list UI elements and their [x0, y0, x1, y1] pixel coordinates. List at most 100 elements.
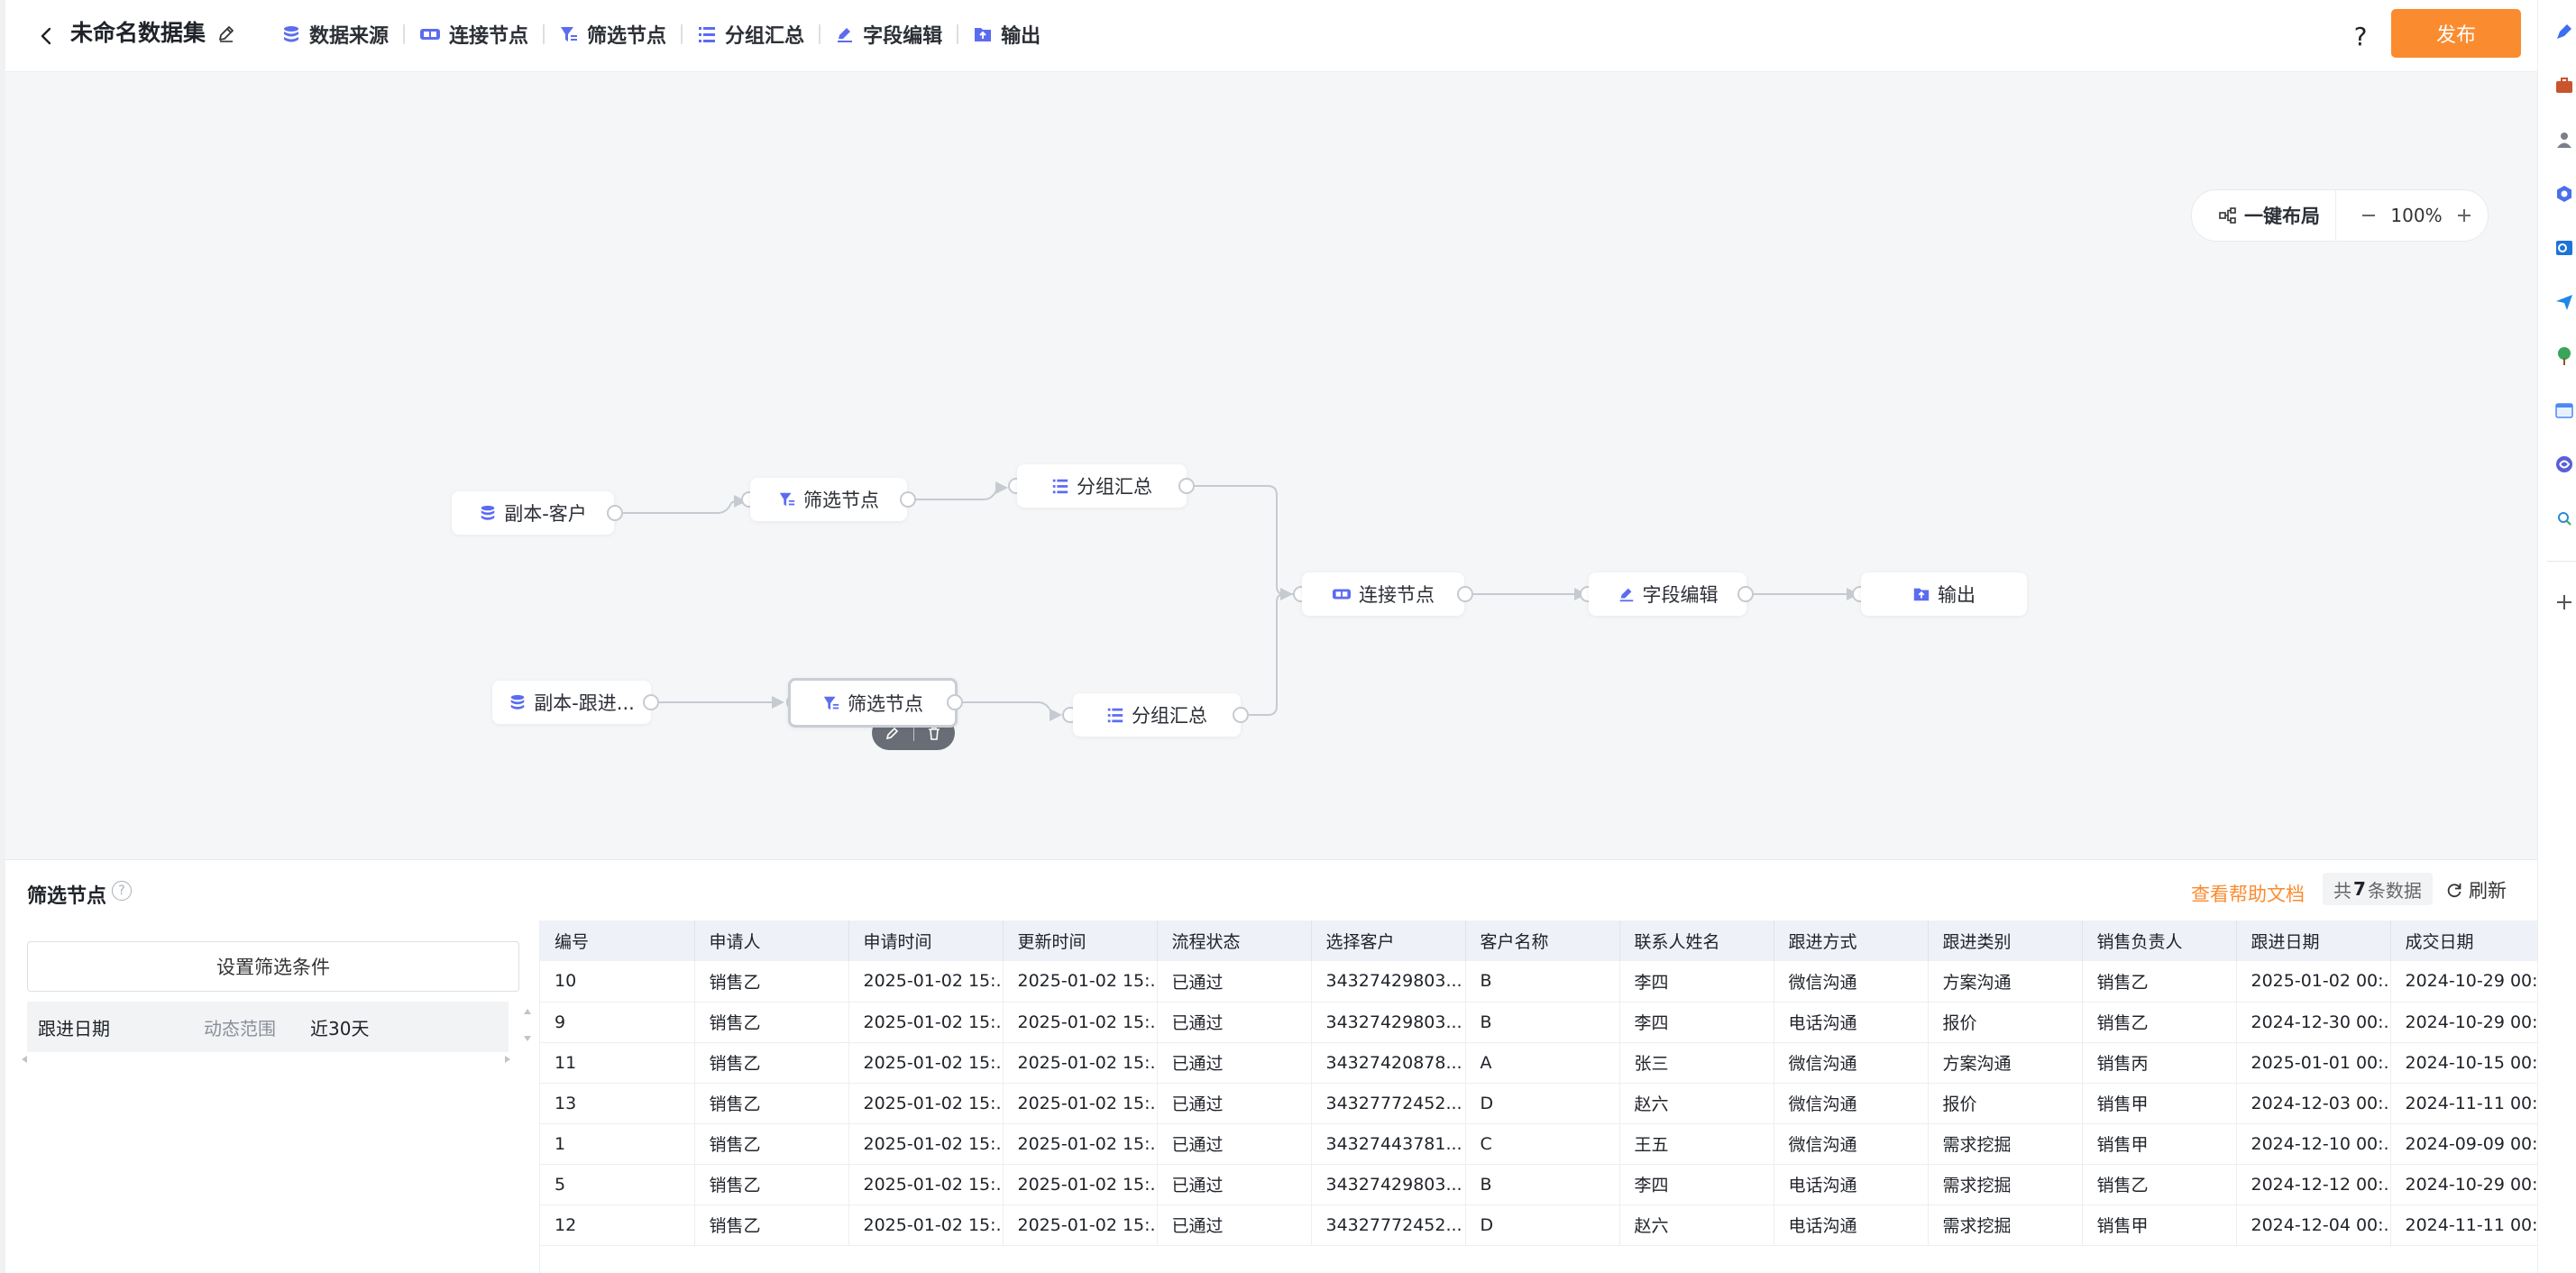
table-cell: 销售乙	[2082, 1164, 2237, 1205]
column-header[interactable]: 选择客户	[1311, 920, 1466, 961]
node-group-1[interactable]: 分组汇总	[1017, 464, 1187, 508]
divider	[2547, 561, 2576, 562]
node-label: 副本-客户	[504, 503, 587, 525]
column-header[interactable]: 成交日期	[2390, 920, 2537, 961]
node-field-edit[interactable]: 字段编辑	[1589, 572, 1746, 616]
table-cell: 34327429803...	[1311, 1164, 1466, 1205]
node-output[interactable]: 输出	[1861, 572, 2027, 616]
flow-edges	[623, 481, 1859, 721]
column-header[interactable]: 申请人	[694, 920, 849, 961]
hexagon-app-icon[interactable]	[2554, 184, 2574, 204]
table-cell: 2024-12-12 00:...	[2236, 1164, 2391, 1205]
toolbar-datasource[interactable]: 数据来源	[281, 16, 389, 52]
contacts-app-icon[interactable]	[2554, 130, 2574, 150]
zoom-out-button[interactable]	[2352, 189, 2385, 242]
column-header[interactable]: 跟进方式	[1774, 920, 1929, 961]
node-join[interactable]: 连接节点	[1302, 572, 1464, 616]
column-header[interactable]: 销售负责人	[2082, 920, 2237, 961]
top-bar: 未命名数据集 数据来源 连接节点 筛选节点 分组汇总 字段编辑 输出 ? 发布	[5, 0, 2537, 72]
tree-app-icon[interactable]	[2554, 346, 2574, 366]
column-header[interactable]: 客户名称	[1465, 920, 1620, 961]
filter-icon	[779, 492, 795, 507]
count-prefix: 共	[2333, 879, 2351, 902]
filter-horizontal-scrollbar[interactable]	[18, 1053, 516, 1066]
table-cell: 报价	[1928, 1083, 2083, 1124]
column-header[interactable]: 编号	[540, 920, 695, 961]
database-icon	[481, 505, 495, 520]
zoom-in-button[interactable]	[2448, 189, 2480, 242]
swirl-app-icon[interactable]	[2554, 454, 2574, 474]
refresh-button[interactable]: 刷新	[2445, 876, 2507, 903]
node-source-followup[interactable]: 副本-跟进...	[492, 681, 651, 724]
port-out[interactable]	[607, 505, 623, 521]
table-cell: 10	[540, 961, 695, 1003]
node-label: 筛选节点	[803, 490, 879, 511]
table-cell: 34327420878...	[1311, 1042, 1466, 1084]
outlook-app-icon[interactable]	[2554, 238, 2574, 258]
question-icon[interactable]: ?	[112, 881, 132, 901]
publish-button[interactable]: 发布	[2391, 9, 2521, 58]
table-cell: 2025-01-02 15:...	[1003, 1042, 1158, 1084]
port-out[interactable]	[1737, 586, 1754, 602]
column-header[interactable]: 跟进日期	[2236, 920, 2391, 961]
edit-title-button[interactable]	[213, 20, 240, 47]
node-label: 连接节点	[1359, 584, 1435, 606]
toolbar-output-label: 输出	[1001, 25, 1041, 48]
filter-vertical-scrollbar[interactable]	[521, 1002, 534, 1052]
column-header[interactable]: 联系人姓名	[1619, 920, 1774, 961]
table-cell: B	[1465, 1002, 1620, 1043]
filter-condition-row[interactable]: 跟进日期 动态范围 近30天	[27, 1002, 509, 1052]
table-cell: 已通过	[1157, 1083, 1312, 1124]
search-app-icon[interactable]	[2554, 508, 2574, 528]
table-cell: C	[1465, 1123, 1620, 1165]
table-row: 5 销售乙 2025-01-02 15:... 2025-01-02 15:... 已通…	[540, 1164, 2537, 1205]
toolbar-filter[interactable]: 筛选节点	[559, 16, 666, 52]
column-header[interactable]: 流程状态	[1157, 920, 1312, 961]
node-group-2[interactable]: 分组汇总	[1073, 693, 1241, 737]
port-out[interactable]	[1178, 478, 1195, 494]
table-cell: 2025-01-02 15:...	[848, 1042, 1004, 1084]
node-filter-2-selected[interactable]: 筛选节点	[788, 678, 958, 728]
table-cell: 2024-10-29 00:...	[2390, 1164, 2537, 1205]
right-app-sidebar	[2537, 0, 2576, 1273]
column-header[interactable]: 申请时间	[848, 920, 1004, 961]
add-icon[interactable]	[2554, 592, 2574, 612]
node-filter-1[interactable]: 筛选节点	[750, 478, 907, 521]
toolbar-field-edit[interactable]: 字段编辑	[835, 16, 942, 52]
table-cell: 5	[540, 1164, 695, 1205]
table-cell: 销售乙	[694, 1123, 849, 1165]
flow-canvas[interactable]: 一键布局 100% 副本-客户 筛选节点 分组汇总 副本-跟进... 筛选节点 …	[5, 72, 2537, 932]
table-cell: 电话沟通	[1774, 1002, 1929, 1043]
edge-filter1-group1	[907, 485, 1002, 500]
port-out[interactable]	[900, 491, 916, 508]
table-cell: 方案沟通	[1928, 961, 2083, 1003]
help-doc-link[interactable]: 查看帮助文档	[2191, 880, 2305, 907]
toolbar-group[interactable]: 分组汇总	[697, 16, 804, 52]
send-app-icon[interactable]	[2554, 292, 2574, 312]
node-source-customer[interactable]: 副本-客户	[452, 491, 614, 535]
table-cell: 销售乙	[694, 1002, 849, 1043]
app-root: 未命名数据集 数据来源 连接节点 筛选节点 分组汇总 字段编辑 输出 ? 发布 …	[0, 0, 2576, 1273]
table-cell: 销售甲	[2082, 1123, 2237, 1165]
table-cell: 销售乙	[694, 1164, 849, 1205]
table-cell: 需求挖掘	[1928, 1123, 2083, 1165]
toolbar-filter-label: 筛选节点	[587, 25, 667, 48]
pen-app-icon[interactable]	[2554, 22, 2574, 41]
toolbar-output[interactable]: 输出	[973, 16, 1040, 52]
briefcase-app-icon[interactable]	[2554, 76, 2574, 96]
table-cell: D	[1465, 1204, 1620, 1246]
column-header[interactable]: 更新时间	[1003, 920, 1158, 961]
column-header[interactable]: 跟进类别	[1928, 920, 2083, 961]
port-out[interactable]	[1457, 586, 1473, 602]
port-out[interactable]	[643, 694, 659, 710]
table-cell: 李四	[1619, 1164, 1774, 1205]
port-out[interactable]	[1233, 707, 1249, 723]
calendar-app-icon[interactable]	[2554, 400, 2574, 420]
port-out[interactable]	[947, 694, 963, 710]
help-button[interactable]: ?	[2342, 18, 2379, 54]
set-filter-button[interactable]: 设置筛选条件	[27, 941, 519, 992]
toolbar-join[interactable]: 连接节点	[419, 16, 528, 52]
back-button[interactable]	[29, 18, 65, 54]
dataset-title: 未命名数据集	[70, 20, 206, 46]
auto-layout-button[interactable]: 一键布局	[2192, 189, 2336, 242]
